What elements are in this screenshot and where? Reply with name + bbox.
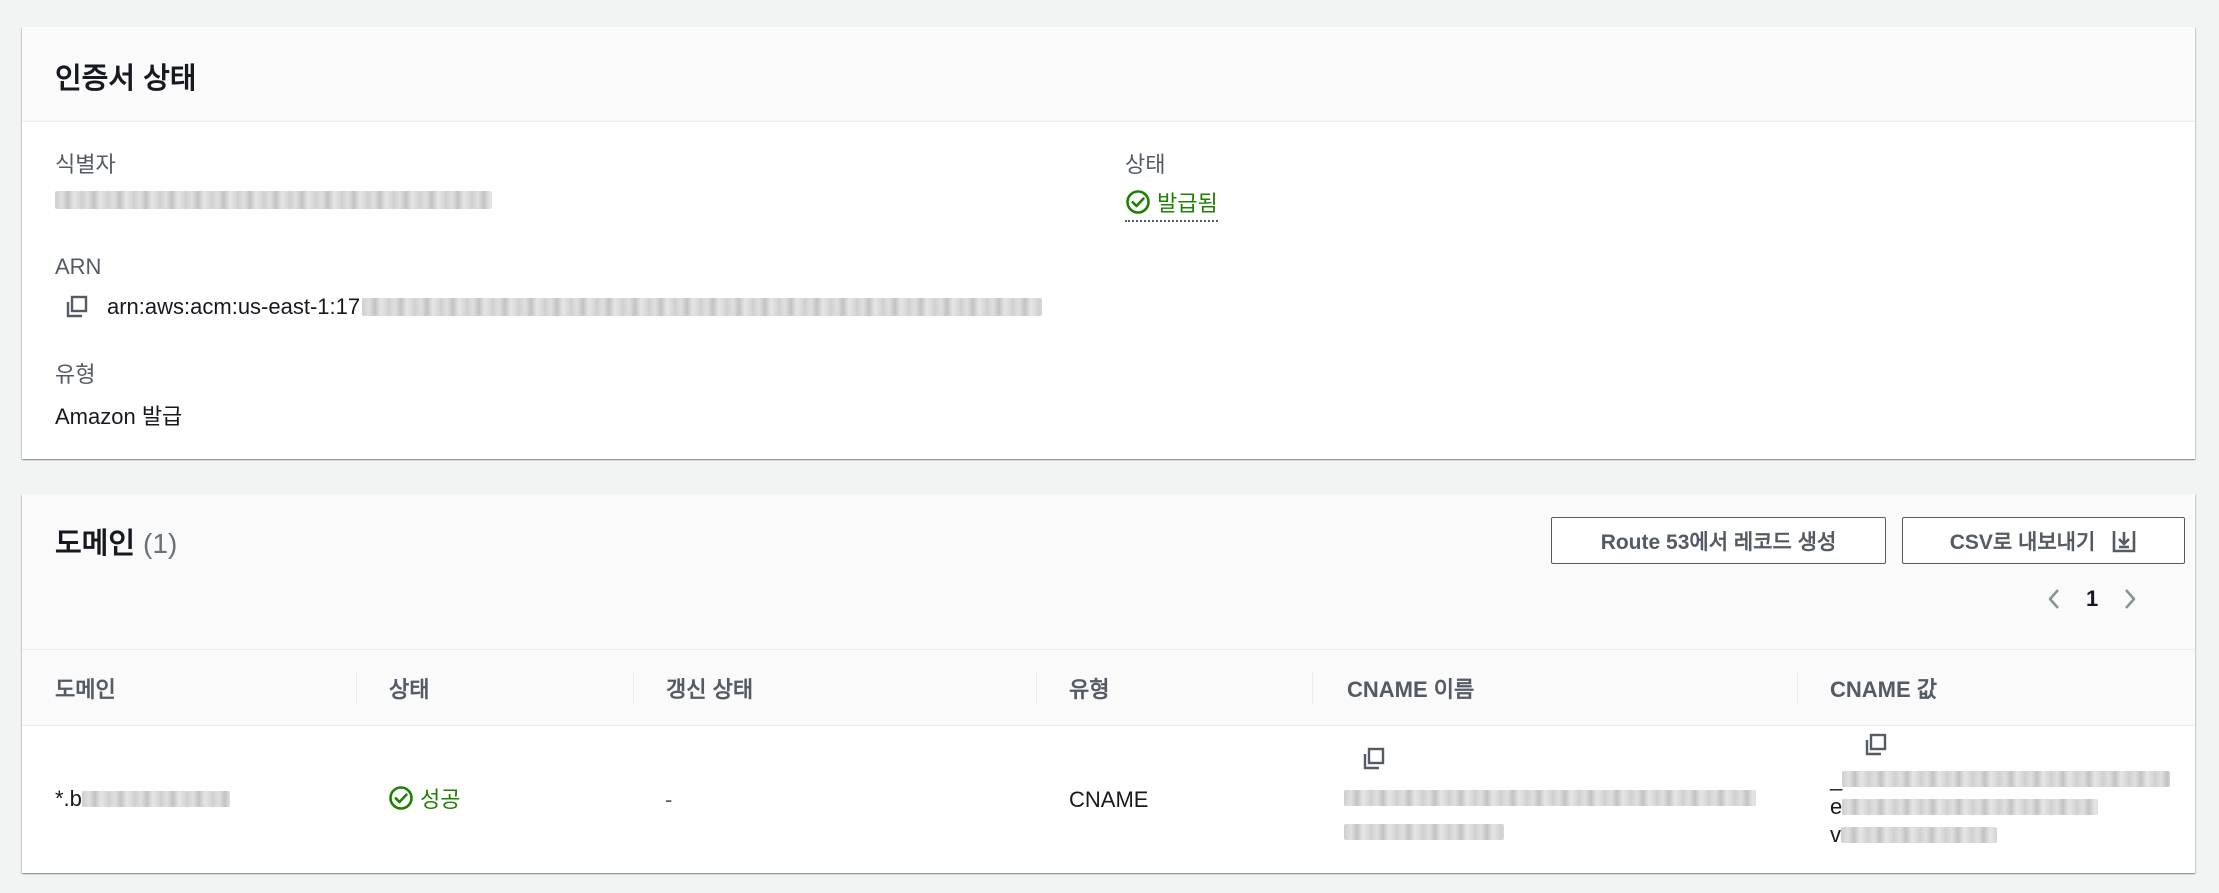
domain-redacted xyxy=(81,791,230,807)
create-route53-records-button[interactable]: Route 53에서 레코드 생성 xyxy=(1551,517,1886,564)
download-icon xyxy=(2113,530,2136,552)
identifier-value-redacted xyxy=(55,191,492,214)
arn-row: arn:aws:acm:us-east-1:17 xyxy=(64,294,1043,320)
pagination: 1 xyxy=(2044,586,2140,612)
domain-prefix: *.b xyxy=(55,786,82,811)
copy-icon[interactable] xyxy=(1863,732,1889,758)
status-label: 상태 xyxy=(1125,152,1166,177)
next-page-icon[interactable] xyxy=(2120,586,2140,612)
arn-label: ARN xyxy=(55,254,102,279)
certificate-status-header: 인증서 상태 xyxy=(22,27,2195,122)
domain-cell: *.b xyxy=(55,786,230,812)
column-header-type[interactable]: 유형 xyxy=(1069,650,1109,726)
domains-title-text: 도메인 xyxy=(55,528,136,560)
cname-name-cell xyxy=(1344,746,1756,846)
copy-icon[interactable] xyxy=(64,294,90,320)
status-cell: 성공 xyxy=(388,782,460,814)
table-row: *.b 성공 - CNAME _ e v xyxy=(22,726,2195,873)
cname-value-line1-prefix: _ xyxy=(1830,766,1843,791)
column-header-domain[interactable]: 도메인 xyxy=(55,650,116,726)
column-header-cname-value[interactable]: CNAME 값 xyxy=(1830,650,1937,726)
export-csv-label: CSV로 내보내기 xyxy=(1949,530,2096,554)
arn-redacted xyxy=(362,298,1043,316)
renewal-status-cell: - xyxy=(665,787,673,812)
cname-value-line2-prefix: e xyxy=(1830,794,1843,819)
identifier-label: 식별자 xyxy=(55,152,116,177)
success-icon xyxy=(389,786,413,810)
column-header-renewal-status[interactable]: 갱신 상태 xyxy=(666,650,753,726)
domains-header: 도메인 (1) Route 53에서 레코드 생성 CSV로 내보내기 1 xyxy=(22,494,2195,650)
certificate-status-panel: 인증서 상태 식별자 상태 발급됨 ARN arn:aws:acm:us-eas… xyxy=(22,27,2195,459)
domains-table-header: 도메인 상태 갱신 상태 유형 CNAME 이름 CNAME 값 xyxy=(22,650,2195,726)
cname-name-redacted-line2 xyxy=(1344,824,1504,840)
domains-title: 도메인 (1) xyxy=(55,520,177,562)
domains-panel: 도메인 (1) Route 53에서 레코드 생성 CSV로 내보내기 1 도메… xyxy=(22,494,2195,873)
current-page[interactable]: 1 xyxy=(2086,586,2098,612)
status-success-icon xyxy=(1126,190,1150,214)
status-value[interactable]: 발급됨 xyxy=(1125,186,1218,222)
cname-value-line3-prefix: v xyxy=(1830,822,1841,847)
type-value: Amazon 발급 xyxy=(55,404,183,429)
copy-icon[interactable] xyxy=(1361,746,1387,772)
domains-count: (1) xyxy=(143,528,178,559)
type-cell: CNAME xyxy=(1069,787,1149,812)
arn-text: arn:aws:acm:us-east-1:17 xyxy=(107,294,361,319)
cname-value-redacted-line1 xyxy=(1842,771,2171,787)
cname-value-redacted-line2 xyxy=(1842,799,2099,815)
previous-page-icon[interactable] xyxy=(2044,586,2064,612)
cname-value-cell: _ e v xyxy=(1830,732,2171,848)
type-label: 유형 xyxy=(55,362,96,387)
certificate-status-title: 인증서 상태 xyxy=(55,63,197,95)
column-header-status[interactable]: 상태 xyxy=(389,650,429,726)
status-text: 발급됨 xyxy=(1157,191,1218,216)
export-csv-button[interactable]: CSV로 내보내기 xyxy=(1902,517,2185,564)
cname-name-redacted-line1 xyxy=(1344,790,1756,806)
status-success-text: 성공 xyxy=(420,787,461,812)
column-header-cname-name[interactable]: CNAME 이름 xyxy=(1347,650,1474,726)
cname-value-redacted-line3 xyxy=(1841,827,1997,843)
